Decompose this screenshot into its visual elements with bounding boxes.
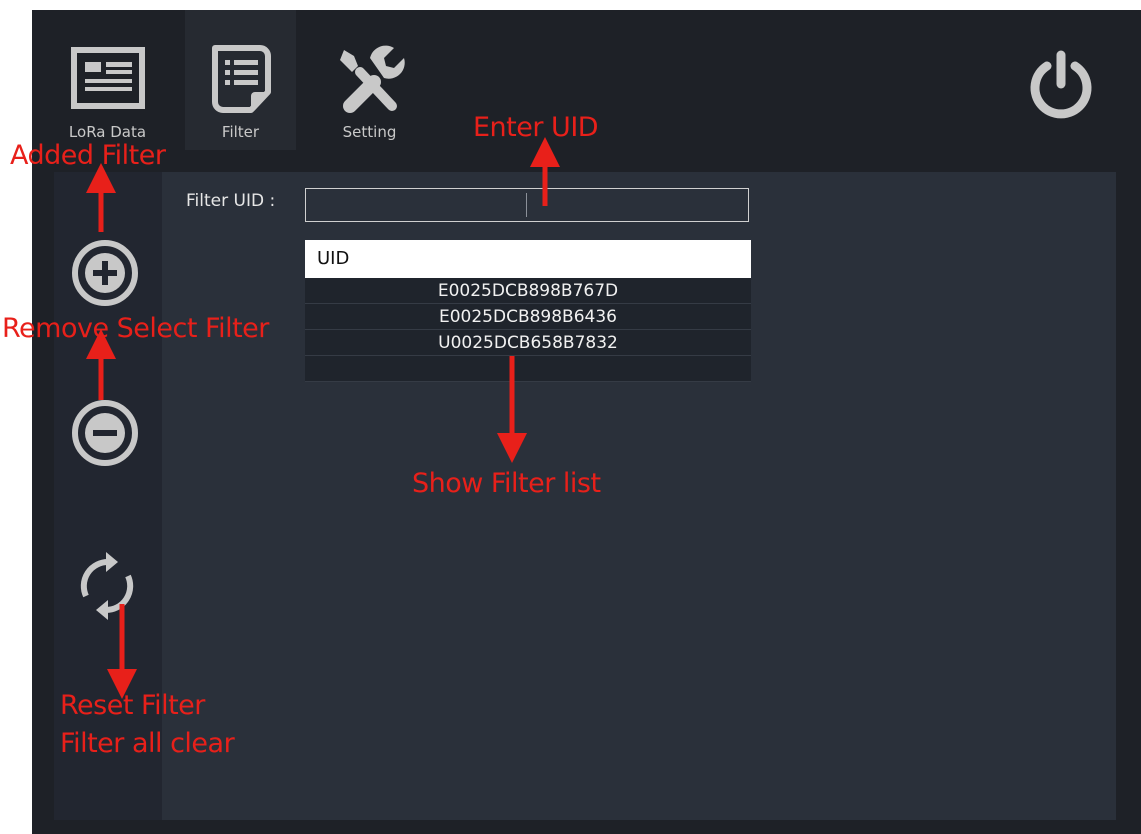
power-icon[interactable] [1026,50,1096,120]
tab-label: Filter [221,123,260,141]
annotation-filter-all-clear: Filter all clear [60,728,235,759]
document-list-icon [212,45,271,113]
refresh-arrow [106,552,118,572]
tab-filter[interactable]: Filter [185,10,296,150]
filter-sidebar [54,172,162,820]
annotation-added-filter: Added Filter [10,140,166,171]
table-header-uid[interactable]: UID [305,240,751,278]
tools-icon [340,45,405,113]
filter-uid-label: Filter UID : [186,191,276,211]
table-row[interactable]: U0025DCB658B7832 [305,330,751,356]
annotation-reset-filter: Reset Filter [60,690,205,721]
add-filter-button[interactable] [70,238,140,308]
tab-setting[interactable]: Setting [314,10,425,150]
annotation-show-filter-list: Show Filter list [412,468,601,499]
refresh-arrow [96,600,108,620]
tab-label: LoRa Data [68,123,147,141]
tab-lora-data[interactable]: LoRa Data [52,10,163,150]
table-row[interactable]: E0025DCB898B6436 [305,304,751,330]
annotation-enter-uid: Enter UID [473,112,599,143]
table-row[interactable] [305,356,751,382]
plus-circle-icon [72,240,138,306]
reset-filter-button[interactable] [72,546,142,626]
filter-list-table: UID E0025DCB898B767D E0025DCB898B6436 U0… [305,240,751,382]
remove-filter-button[interactable] [70,398,140,468]
table-row[interactable]: E0025DCB898B767D [305,278,751,304]
annotation-remove-filter: Remove Select Filter [2,313,269,344]
uid-input[interactable] [305,188,749,222]
text-caret [526,193,527,217]
news-icon [71,47,145,109]
minus-circle-icon [72,400,138,466]
tab-label: Setting [342,123,397,141]
